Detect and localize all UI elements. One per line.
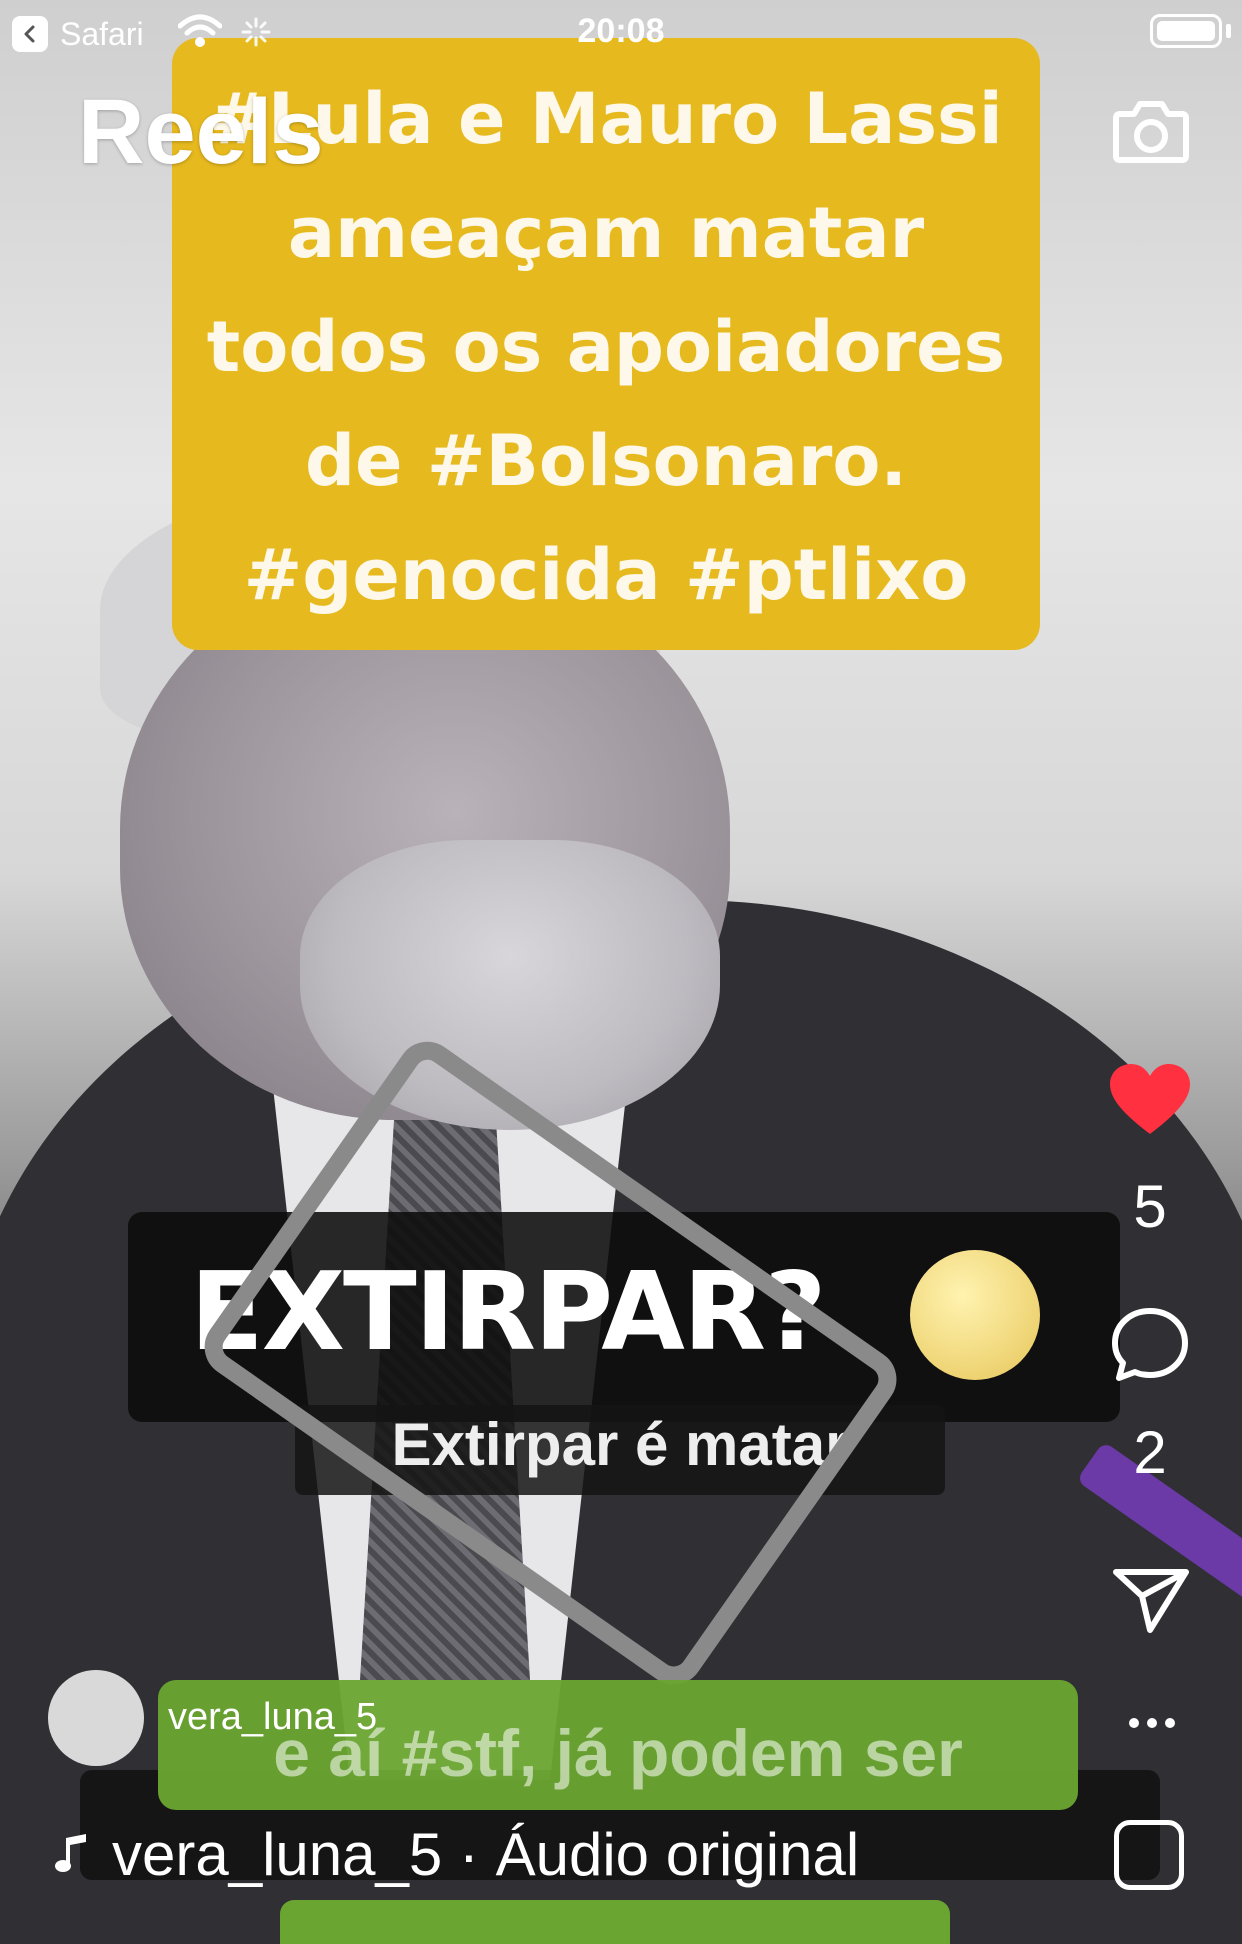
battery-icon (1150, 14, 1222, 48)
reel-video[interactable]: #Lula e Mauro Lassi ameaçam matar todos … (0, 0, 1242, 1944)
page-title: Reels (78, 81, 324, 183)
battery-cap (1226, 24, 1231, 38)
camera-icon[interactable] (1112, 96, 1190, 171)
like-count: 5 (1133, 1173, 1167, 1240)
overlay-green-band-2 (280, 1900, 950, 1944)
username[interactable]: vera_luna_5 (168, 1696, 377, 1739)
audio-thumbnail[interactable] (1114, 1820, 1184, 1890)
video-person-beard (300, 840, 720, 1130)
comment-bubble-icon (1112, 1308, 1188, 1381)
more-options-icon[interactable] (1128, 1716, 1176, 1734)
audio-label[interactable]: vera_luna_5 · Áudio original (112, 1820, 859, 1889)
comment-button[interactable] (1110, 1306, 1190, 1389)
status-time: 20:08 (577, 12, 665, 50)
avatar[interactable] (48, 1670, 144, 1766)
heart-icon (1110, 1064, 1190, 1134)
paper-plane-icon (1113, 1569, 1189, 1633)
thinking-face-icon (910, 1250, 1040, 1380)
status-bar: Safari 20:08 (0, 0, 1242, 62)
share-button[interactable] (1112, 1566, 1190, 1641)
music-note-icon (54, 1832, 90, 1879)
comment-count: 2 (1133, 1419, 1167, 1486)
like-button[interactable] (1108, 1062, 1192, 1143)
